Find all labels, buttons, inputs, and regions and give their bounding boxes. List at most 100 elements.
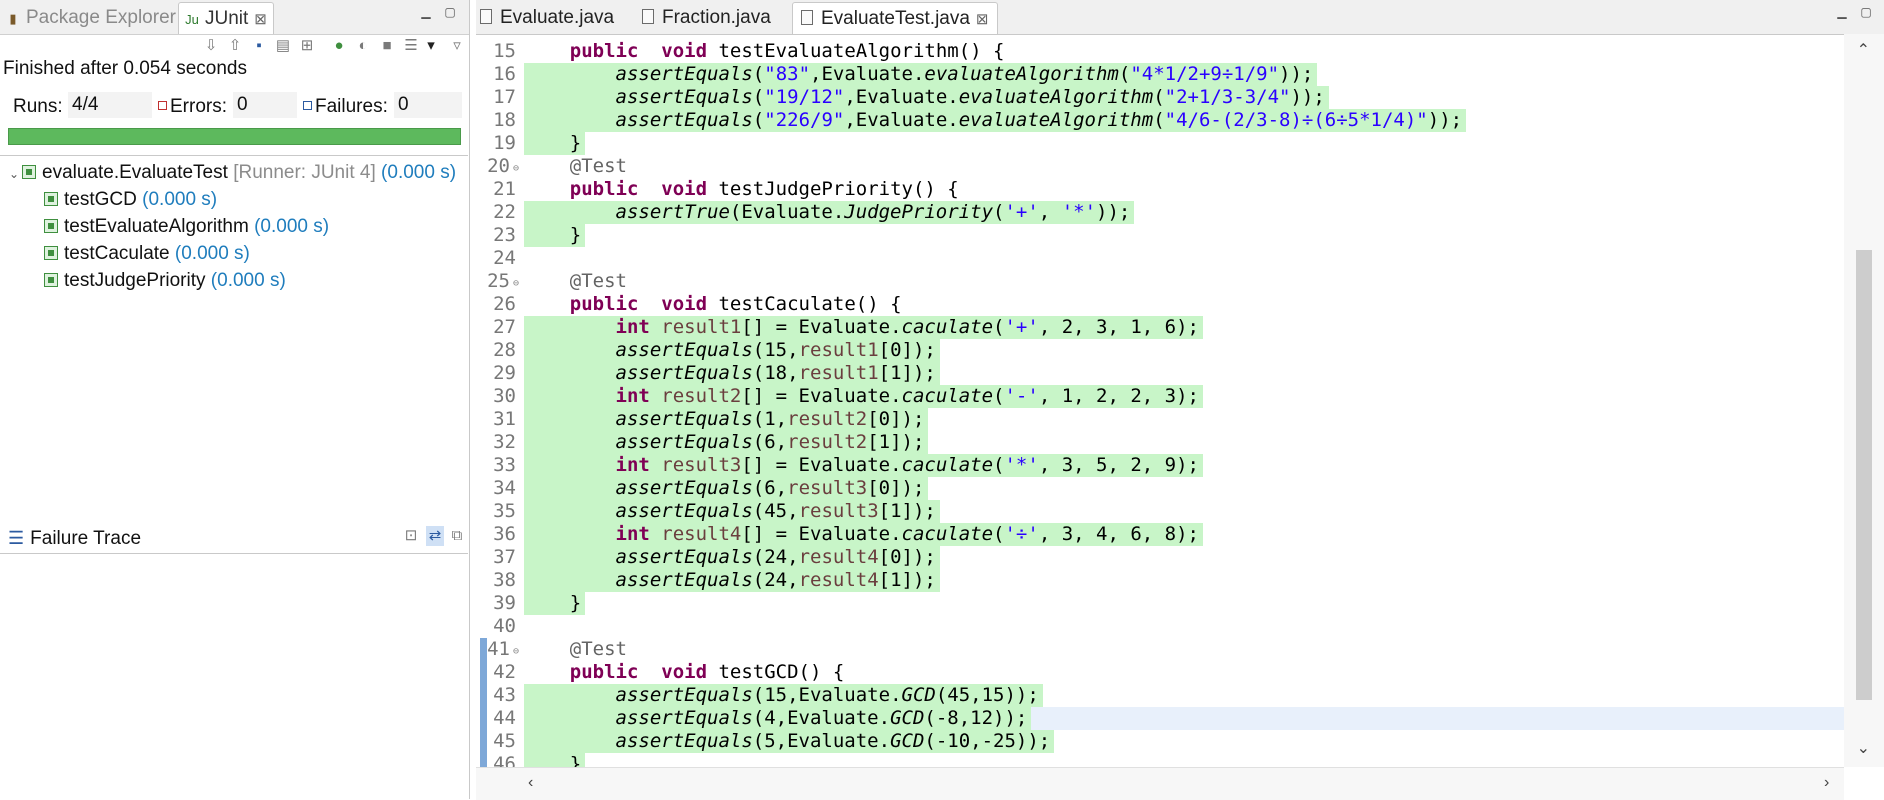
show-skipped-icon[interactable]: ▤: [274, 36, 292, 56]
code-text: int result2[] = Evaluate.caculate('-', 1…: [524, 385, 1203, 408]
code-token: [1]);: [867, 431, 925, 453]
code-text: @Test: [570, 155, 631, 178]
code-line[interactable]: 22 assertTrue(Evaluate.JudgePriority('+'…: [476, 201, 1844, 224]
code-line[interactable]: 33 int result3[] = Evaluate.caculate('*'…: [476, 454, 1844, 477]
code-token: (15,: [752, 339, 799, 361]
show-failures-only-icon[interactable]: ▪: [250, 36, 268, 56]
tree-item-testjudgepriority[interactable]: testJudgePriority (0.000 s): [44, 268, 286, 294]
code-line[interactable]: 39 }: [476, 592, 1844, 615]
close-icon[interactable]: ⊠: [254, 11, 267, 28]
chevron-down-icon[interactable]: ⌄: [1857, 738, 1870, 758]
code-line[interactable]: 34 assertEquals(6,result3[0]);: [476, 477, 1844, 500]
code-line[interactable]: 32 assertEquals(6,result2[1]);: [476, 431, 1844, 454]
code-token: public: [569, 178, 639, 200]
code-token: (45,: [752, 500, 799, 522]
code-token: (15,Evaluate.: [752, 684, 902, 706]
chevron-left-icon[interactable]: ‹: [528, 774, 533, 792]
code-token: }: [569, 753, 582, 767]
rerun-test-icon[interactable]: ●: [330, 36, 348, 56]
next-failure-icon[interactable]: ⇩: [202, 36, 220, 56]
test-run-history-icon[interactable]: ☰: [402, 36, 420, 56]
tree-item-testcaculate[interactable]: testCaculate (0.000 s): [44, 241, 250, 267]
code-token: (24,: [752, 569, 799, 591]
chevron-up-icon[interactable]: ⌃: [1857, 40, 1870, 60]
rerun-failed-first-icon[interactable]: ◐: [354, 36, 372, 56]
code-line[interactable]: 29 assertEquals(18,result1[1]);: [476, 362, 1844, 385]
code-line[interactable]: 20 ⊖ @Test: [476, 155, 1844, 178]
code-token: testCaculate() {: [707, 293, 902, 315]
horizontal-scrollbar[interactable]: ‹ ›: [476, 767, 1844, 800]
fold-icon[interactable]: ⊖: [513, 272, 519, 295]
code-token: , 1, 2, 2, 3);: [1038, 385, 1199, 407]
code-token: void: [661, 40, 708, 62]
scroll-lock-icon[interactable]: ⊞: [298, 36, 316, 56]
code-line[interactable]: 19 }: [476, 132, 1844, 155]
code-line[interactable]: 28 assertEquals(15,result1[0]);: [476, 339, 1844, 362]
chevron-right-icon[interactable]: ›: [1824, 774, 1829, 792]
code-token: result3: [787, 477, 868, 499]
code-area[interactable]: 15 public void testEvaluateAlgorithm() {1…: [476, 40, 1844, 767]
code-line[interactable]: 21 public void testJudgePriority() {: [476, 178, 1844, 201]
code-line[interactable]: 27 int result1[] = Evaluate.caculate('+'…: [476, 316, 1844, 339]
line-number: 44: [493, 707, 516, 729]
copy-trace-icon[interactable]: ⧉: [448, 526, 466, 546]
tab-evaluatetest-java[interactable]: EvaluateTest.java ⊠: [792, 2, 998, 34]
code-token: "226/9": [764, 109, 845, 131]
code-line[interactable]: 37 assertEquals(24,result4[0]);: [476, 546, 1844, 569]
code-line[interactable]: 44 assertEquals(4,Evaluate.GCD(-8,12));: [476, 707, 1844, 730]
code-line[interactable]: 38 assertEquals(24,result4[1]);: [476, 569, 1844, 592]
code-token: (5,Evaluate.: [752, 730, 891, 752]
code-line[interactable]: 45 assertEquals(5,Evaluate.GCD(-10,-25))…: [476, 730, 1844, 753]
maximize-icon[interactable]: ▢: [444, 6, 456, 18]
code-line[interactable]: 17 assertEquals("19/12",Evaluate.evaluat…: [476, 86, 1844, 109]
line-number: 45: [493, 730, 516, 752]
code-line[interactable]: 35 assertEquals(45,result3[1]);: [476, 500, 1844, 523]
tree-item-testgcd[interactable]: testGCD (0.000 s): [44, 187, 217, 213]
code-line[interactable]: 18 assertEquals("226/9",Evaluate.evaluat…: [476, 109, 1844, 132]
compare-results-icon[interactable]: ⊡: [402, 526, 420, 546]
code-token: evaluateAlgorithm: [958, 109, 1154, 131]
code-line[interactable]: 26 public void testCaculate() {: [476, 293, 1844, 316]
chevron-down-icon[interactable]: ⌄: [6, 161, 22, 187]
history-dropdown-icon[interactable]: ▾: [422, 36, 440, 56]
fold-icon[interactable]: ⊖: [513, 157, 519, 180]
code-line[interactable]: 40: [476, 615, 1844, 638]
scrollbar-thumb[interactable]: [1856, 250, 1872, 700]
minimize-icon[interactable]: ▁: [1836, 6, 1848, 18]
code-line[interactable]: 30 int result2[] = Evaluate.caculate('-'…: [476, 385, 1844, 408]
code-line[interactable]: 42 public void testGCD() {: [476, 661, 1844, 684]
code-line[interactable]: 41 ⊖ @Test: [476, 638, 1844, 661]
code-token: result1: [798, 339, 879, 361]
code-token: (: [993, 523, 1005, 545]
vertical-scrollbar[interactable]: ⌃ ⌄: [1844, 34, 1884, 767]
tab-package-explorer[interactable]: ▮ Package Explorer: [6, 2, 176, 33]
code-line[interactable]: 25 ⊖ @Test: [476, 270, 1844, 293]
previous-failure-icon[interactable]: ⇧: [226, 36, 244, 56]
code-line[interactable]: 16 assertEquals("83",Evaluate.evaluateAl…: [476, 63, 1844, 86]
package-icon: ▮: [9, 11, 17, 26]
minimize-icon[interactable]: ▁: [420, 6, 432, 18]
view-menu-icon[interactable]: ▿: [448, 36, 466, 56]
tab-evaluate-java[interactable]: Evaluate.java: [480, 2, 614, 33]
filter-stack-icon[interactable]: ⇄: [426, 526, 444, 546]
tree-item-testevaluatealgorithm[interactable]: testEvaluateAlgorithm (0.000 s): [44, 214, 329, 240]
code-text: assertEquals(6,result2[1]);: [524, 431, 929, 454]
code-line[interactable]: 36 int result4[] = Evaluate.caculate('÷'…: [476, 523, 1844, 546]
code-line[interactable]: 46 }: [476, 753, 1844, 767]
code-line[interactable]: 43 assertEquals(15,Evaluate.GCD(45,15));: [476, 684, 1844, 707]
tab-junit[interactable]: Ju JUnit ⊠: [178, 2, 274, 34]
close-icon[interactable]: ⊠: [976, 11, 989, 28]
code-token: (1,: [752, 408, 788, 430]
code-line[interactable]: 15 public void testEvaluateAlgorithm() {: [476, 40, 1844, 63]
stop-icon[interactable]: ■: [378, 36, 396, 56]
code-line[interactable]: 24: [476, 247, 1844, 270]
failure-icon: [303, 101, 312, 110]
tree-root-evaluate-test[interactable]: ⌄ evaluate.EvaluateTest [Runner: JUnit 4]…: [6, 160, 456, 186]
maximize-icon[interactable]: ▢: [1860, 6, 1872, 18]
tab-fraction-java[interactable]: Fraction.java: [642, 2, 771, 33]
divider: [0, 155, 468, 156]
fold-icon[interactable]: ⊖: [513, 640, 519, 663]
code-token: (: [993, 316, 1005, 338]
code-line[interactable]: 23 }: [476, 224, 1844, 247]
code-line[interactable]: 31 assertEquals(1,result2[0]);: [476, 408, 1844, 431]
